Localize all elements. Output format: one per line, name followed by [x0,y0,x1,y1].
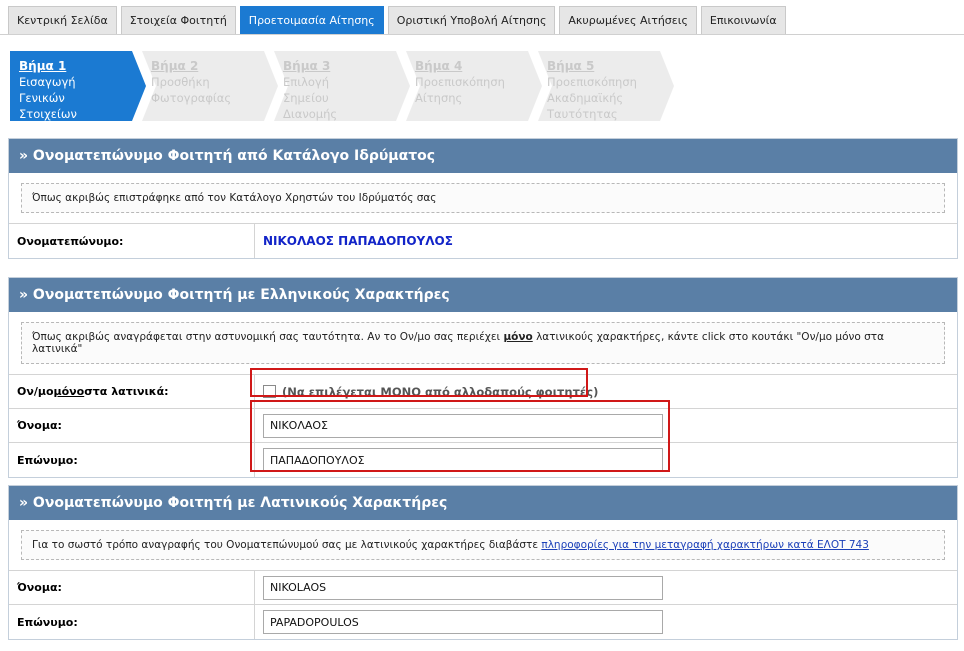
first-name-value [255,409,957,442]
top-nav: Κεντρική Σελίδα Στοιχεία Φοιτητή Προετοι… [8,6,786,34]
tab-final-submission[interactable]: Οριστική Υποβολή Αίτησης [387,6,556,34]
first-name-label: Όνομα: [9,571,255,604]
step-3-line2: Διανομής [283,107,338,121]
step-1-number: Βήμα 1 [19,59,67,73]
step-3-text: Βήμα 3 Επιλογή Σημείου Διανομής [283,58,337,122]
section-title: » Ονοματεπώνυμο Φοιτητή με Ελληνικούς Χα… [9,278,957,312]
step-3-number: Βήμα 3 [283,59,331,73]
step-5-line2: Ακαδημαϊκής [547,91,624,105]
first-name-value [255,571,957,604]
step-4-line1: Προεπισκόπηση [415,75,505,89]
form-row-first-name-greek: Όνομα: [9,409,957,443]
step-4-line2: Αίτησης [415,91,463,105]
tab-cancelled-applications[interactable]: Ακυρωμένες Αιτήσεις [559,6,697,34]
latin-label-post: στα λατινικά: [84,385,169,398]
step-4-text: Βήμα 4 Προεπισκόπηση Αίτησης [415,58,505,106]
step-3-line1: Επιλογή Σημείου [283,75,330,105]
note-container: Για το σωστό τρόπο αναγραφής του Ονοματε… [9,520,957,571]
last-name-latin-input[interactable] [263,610,663,634]
info-note: Όπως ακριβώς αναγράφεται στην αστυνομική… [21,322,945,364]
latin-label-emphasis: μόνο [53,385,85,398]
note-emphasis: μόνο [503,331,533,343]
form-row-fullname: Ονοματεπώνυμο: ΝΙΚΟΛΑΟΣ ΠΑΠΑΔΟΠΟΥΛΟΣ [9,224,957,258]
step-2-number: Βήμα 2 [151,59,199,73]
first-name-greek-input[interactable] [263,413,663,438]
last-name-value [255,605,957,639]
step-1-line1: Εισαγωγή Γενικών [19,75,76,105]
first-name-label: Όνομα: [9,409,255,442]
step-5-line3: Ταυτότητας [547,107,618,121]
tab-home[interactable]: Κεντρική Σελίδα [8,6,117,34]
note-text-pre: Όπως ακριβώς αναγράφεται στην αστυνομική… [32,331,504,343]
step-5-text: Βήμα 5 Προεπισκόπηση Ακαδημαϊκής Ταυτότη… [547,58,637,122]
form-row-last-name-greek: Επώνυμο: [9,443,957,477]
fullname-label: Ονοματεπώνυμο: [9,224,255,258]
elot-743-info-link[interactable]: πληροφορίες για την μεταγραφή χαρακτήρων… [541,539,869,551]
latin-label-pre: Ον/μο [17,385,54,398]
step-2-line2: Φωτογραφίας [151,91,232,105]
tab-student-info[interactable]: Στοιχεία Φοιτητή [120,6,236,34]
info-note: Για το σωστό τρόπο αναγραφής του Ονοματε… [21,530,945,560]
last-name-label: Επώνυμο: [9,605,255,639]
step-4-number: Βήμα 4 [415,59,463,73]
step-5-line1: Προεπισκόπηση [547,75,637,89]
last-name-value [255,443,957,477]
tab-application-prep[interactable]: Προετοιμασία Αίτησης [239,6,384,34]
note-container: Όπως ακριβώς επιστράφηκε από τον Κατάλογ… [9,173,957,224]
tab-divider [0,34,964,35]
form-row-first-name-latin: Όνομα: [9,571,957,605]
section-greek-name: » Ονοματεπώνυμο Φοιτητή με Ελληνικούς Χα… [8,277,958,478]
section-latin-name: » Ονοματεπώνυμο Φοιτητή με Λατινικούς Χα… [8,485,958,640]
step-1-line2: Στοιχείων [19,107,77,121]
fullname-value: ΝΙΚΟΛΑΟΣ ΠΑΠΑΔΟΠΟΥΛΟΣ [263,234,453,248]
latin-only-checkbox-label[interactable]: (Να επιλέγεται ΜΟΝΟ από αλλοδαπούς φοιτη… [282,385,598,399]
form-row-latin-only: Ον/μο μόνο στα λατινικά: (Να επιλέγεται … [9,375,957,409]
last-name-greek-input[interactable] [263,448,663,472]
tab-contact[interactable]: Επικοινωνία [700,6,786,34]
latin-only-label: Ον/μο μόνο στα λατινικά: [9,375,255,408]
last-name-label: Επώνυμο: [9,443,255,477]
latin-only-checkbox[interactable] [263,385,276,398]
info-note: Όπως ακριβώς επιστράφηκε από τον Κατάλογ… [21,183,945,213]
step-5-number: Βήμα 5 [547,59,595,73]
latin-only-value: (Να επιλέγεται ΜΟΝΟ από αλλοδαπούς φοιτη… [255,375,957,408]
step-2-text: Βήμα 2 Προσθήκη Φωτογραφίας [151,58,231,106]
section-institution-name: » Ονοματεπώνυμο Φοιτητή από Κατάλογο Ιδρ… [8,138,958,259]
form-row-last-name-latin: Επώνυμο: [9,605,957,639]
note-container: Όπως ακριβώς αναγράφεται στην αστυνομική… [9,312,957,375]
note-text-pre: Για το σωστό τρόπο αναγραφής του Ονοματε… [32,539,542,551]
first-name-latin-input[interactable] [263,575,663,600]
section-title: » Ονοματεπώνυμο Φοιτητή από Κατάλογο Ιδρ… [9,139,957,173]
step-2-line1: Προσθήκη [151,75,210,89]
step-1-text: Βήμα 1 Εισαγωγή Γενικών Στοιχείων [19,58,77,122]
section-title: » Ονοματεπώνυμο Φοιτητή με Λατινικούς Χα… [9,486,957,520]
